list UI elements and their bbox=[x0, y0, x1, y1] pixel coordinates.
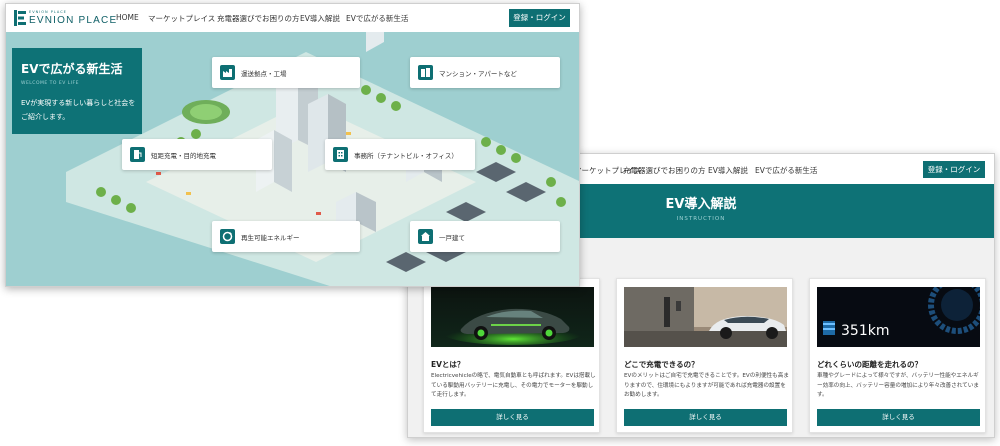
card-text: 車種やグレードによって様々ですが、バッテリー性能やエネルギー効率の向上、バッテリ… bbox=[817, 373, 979, 398]
nav-ev-guide[interactable]: EV導入解説 bbox=[300, 13, 340, 24]
poi-detached-house[interactable]: 一戸建て bbox=[410, 221, 560, 252]
hero-title: EVで広がる新生活 bbox=[21, 62, 123, 76]
apartment-icon bbox=[418, 65, 433, 80]
nav-new-life[interactable]: EVで広がる新生活 bbox=[346, 13, 408, 24]
details-button[interactable]: 詳しく見る bbox=[431, 409, 594, 426]
card-title: どこで充電できるの？ bbox=[624, 360, 699, 369]
poi-label: 短距充電・目的地充電 bbox=[151, 152, 216, 160]
nav-new-life[interactable]: EVで広がる新生活 bbox=[755, 165, 817, 176]
card-title: どれくらいの距離を走れるの？ bbox=[817, 360, 922, 369]
poi-label: 事務所（テナントビル・オフィス） bbox=[354, 152, 458, 160]
poi-label: 運送拠点・工場 bbox=[241, 70, 287, 78]
top-nav: EVNION PLACE EVNION PLACE HOME マーケットプレイス… bbox=[6, 4, 579, 32]
factory-icon bbox=[220, 65, 235, 80]
poi-label: マンション・アパートなど bbox=[439, 70, 517, 78]
poi-office[interactable]: 事務所（テナントビル・オフィス） bbox=[325, 139, 475, 170]
poi-short-charging[interactable]: 短距充電・目的地充電 bbox=[122, 139, 272, 170]
new-life-page-window: EVNION PLACE EVNION PLACE HOME マーケットプレイス… bbox=[5, 3, 580, 287]
details-button[interactable]: 詳しく見る bbox=[817, 409, 980, 426]
nav-charger-help[interactable]: 充電器選びでお困りの方 bbox=[623, 165, 706, 176]
nav-home[interactable]: HOME bbox=[116, 13, 139, 22]
details-button[interactable]: 詳しく見る bbox=[624, 409, 787, 426]
hero-subtitle: WELCOME TO EV LIFE bbox=[21, 81, 79, 86]
card-title: EVとは？ bbox=[431, 360, 465, 369]
poi-apartment[interactable]: マンション・アパートなど bbox=[410, 57, 560, 88]
poi-label: 一戸建て bbox=[439, 234, 465, 242]
renewable-icon bbox=[220, 229, 235, 244]
nav-charger-help[interactable]: 充電器選びでお困りの方 bbox=[217, 13, 300, 24]
charger-icon bbox=[130, 147, 145, 162]
ev-car-photo bbox=[431, 287, 594, 347]
office-icon bbox=[333, 147, 348, 162]
city-illustration: EVで広がる新生活 WELCOME TO EV LIFE EVが実現する新しい暮… bbox=[6, 32, 579, 286]
range-readout: 351km bbox=[841, 323, 889, 339]
dashboard-photo: 351km bbox=[817, 287, 980, 347]
card-what-is-ev: EVとは？ Electricvehicleの略で、電気自動車とも呼ばれます。EV… bbox=[423, 278, 600, 433]
hero-description: EVが実現する新しい暮らしと社会をご紹介します。 bbox=[21, 99, 136, 121]
card-text: Electricvehicleの略で、電気自動車とも呼ばれます。EVは搭載してい… bbox=[431, 373, 596, 398]
nav-ev-guide[interactable]: EV導入解説 bbox=[708, 165, 748, 176]
logo-tagline: EVNION PLACE bbox=[29, 10, 67, 14]
home-charging-photo bbox=[624, 287, 787, 347]
nav-marketplace[interactable]: マーケットプレイス bbox=[148, 13, 215, 24]
ev-logo-icon bbox=[14, 10, 26, 26]
logo-wordmark: EVNION PLACE bbox=[29, 15, 118, 26]
poi-renewable-energy[interactable]: 再生可能エネルギー bbox=[212, 221, 360, 252]
poi-logistics-factory[interactable]: 運送拠点・工場 bbox=[212, 57, 360, 88]
hero-intro-box: EVで広がる新生活 WELCOME TO EV LIFE EVが実現する新しい暮… bbox=[12, 48, 142, 134]
house-icon bbox=[418, 229, 433, 244]
card-text: EVのメリットはご自宅で充電できることです。EVの利便性も高まりますので、住環境… bbox=[624, 373, 789, 398]
card-where-to-charge: どこで充電できるの？ EVのメリットはご自宅で充電できることです。EVの利便性も… bbox=[616, 278, 793, 433]
poi-label: 再生可能エネルギー bbox=[241, 234, 300, 242]
card-driving-range: 351km どれくらいの距離を走れるの？ 車種やグレードによって様々ですが、バッ… bbox=[809, 278, 986, 433]
login-button[interactable]: 登録・ログイン bbox=[923, 161, 985, 178]
login-button[interactable]: 登録・ログイン bbox=[509, 9, 570, 27]
